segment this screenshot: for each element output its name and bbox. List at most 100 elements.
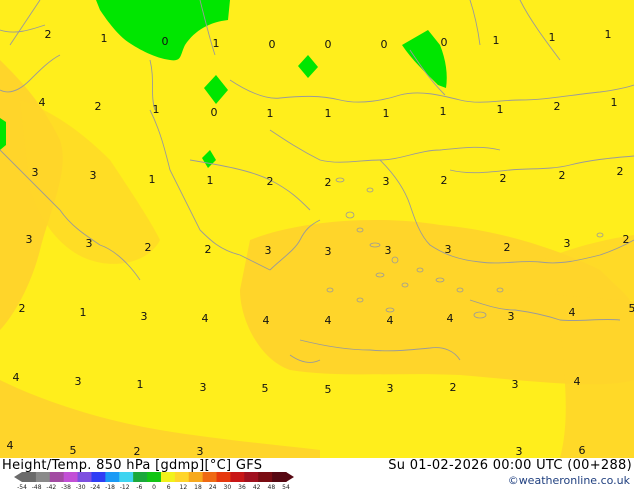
scale-tick-label: 12	[180, 484, 188, 490]
scale-swatch	[188, 472, 204, 482]
temperature-value-label: 4	[7, 439, 14, 452]
scale-swatch	[133, 472, 148, 482]
scale-tick-label: -18	[105, 484, 115, 490]
scale-swatch	[77, 472, 92, 482]
temperature-value-label: 4	[202, 312, 209, 325]
temperature-value-label: 3	[325, 245, 332, 258]
temperature-value-label: 3	[387, 382, 394, 395]
temperature-value-label: 2	[45, 28, 52, 41]
scale-tick-label: 36	[238, 484, 246, 490]
temperature-value-label: 2	[559, 169, 566, 182]
scale-tick-label: -12	[120, 484, 130, 490]
forecast-datetime: Su 01-02-2026 00:00 UTC (00+288)	[388, 458, 632, 473]
temperature-value-label: 3	[86, 237, 93, 250]
scale-tick-label: -30	[76, 484, 86, 490]
temperature-value-label: 3	[385, 244, 392, 257]
scale-arrow-right	[286, 472, 294, 482]
temperature-value-label: 3	[512, 378, 519, 391]
scale-swatch	[216, 472, 231, 482]
scale-swatch	[272, 472, 287, 482]
scale-tick-label: 48	[268, 484, 276, 490]
temperature-value-label: 0	[162, 35, 169, 48]
footer-bar: Height/Temp. 850 hPa [gdmp][°C] GFS Su 0…	[0, 458, 634, 490]
temperature-value-label: 2	[623, 233, 630, 246]
temperature-value-label: 4	[574, 375, 581, 388]
temperature-value-label: 5	[70, 444, 77, 457]
temperature-value-label: 3	[508, 310, 515, 323]
temperature-value-label: 1	[213, 37, 220, 50]
temperature-value-label: 2	[500, 172, 507, 185]
temperature-value-label: 2	[554, 100, 561, 113]
scale-arrow-left	[14, 472, 22, 482]
temperature-value-label: 5	[629, 302, 634, 315]
scale-swatch	[35, 472, 51, 482]
scale-swatch	[230, 472, 245, 482]
scale-swatch	[63, 472, 79, 482]
scale-tick-label: -24	[90, 484, 100, 490]
temperature-value-label: 1	[267, 107, 274, 120]
temperature-value-label: 3	[445, 243, 452, 256]
temperature-value-label: 2	[441, 174, 448, 187]
temperature-value-label: 3	[75, 375, 82, 388]
temperature-value-label: 1	[137, 378, 144, 391]
scale-swatch	[202, 472, 218, 482]
map-title: Height/Temp. 850 hPa [gdmp][°C] GFS	[2, 458, 263, 473]
temperature-value-label: 2	[145, 241, 152, 254]
temperature-value-label: 4	[569, 306, 576, 319]
scale-tick-label: -6	[136, 484, 142, 490]
temperature-value-label: 4	[13, 371, 20, 384]
temperature-value-label: 3	[32, 166, 39, 179]
temperature-value-label: 4	[39, 96, 46, 109]
color-scale: -54 -48 -42 -38 -30 -24 -18 -12 -6 0 6 12 18 24 30 36 42…	[14, 472, 294, 490]
temperature-value-label: 2	[617, 165, 624, 178]
scale-tick-label: 42	[253, 484, 261, 490]
temperature-value-label: 4	[387, 314, 394, 327]
scale-tick-label: 18	[194, 484, 202, 490]
temperature-value-label: 4	[325, 314, 332, 327]
temperature-value-label: 1	[493, 34, 500, 47]
scale-swatch	[119, 472, 134, 482]
temperature-value-label: 2	[205, 243, 212, 256]
credit-link[interactable]: ©weatheronline.co.uk	[508, 474, 630, 487]
scale-swatch	[105, 472, 120, 482]
scale-tick-label: 24	[209, 484, 217, 490]
temperature-value-label: 3	[197, 445, 204, 458]
temperature-value-label: 4	[263, 314, 270, 327]
scale-tick-label: -54	[17, 484, 27, 490]
scale-swatch	[91, 472, 106, 482]
temperature-value-label: 3	[26, 233, 33, 246]
temperature-value-label: 1	[207, 174, 214, 187]
scale-swatch	[174, 472, 190, 482]
temperature-value-label: 0	[211, 106, 218, 119]
scale-tick-label: 54	[282, 484, 290, 490]
temperature-value-label: 1	[605, 28, 612, 41]
temperature-value-label: 5	[325, 383, 332, 396]
temperature-value-label: 2	[267, 175, 274, 188]
temperature-value-label: 1	[440, 105, 447, 118]
temperature-value-label: 1	[383, 107, 390, 120]
weather-map: 2 1 0 1 0 0 0 0 1 1 1 4 2 1 0 1 1 1 1 1 2 1 3 3 1 1 2 2 3 2 2 2 2 3 3 2 2 3 3 3…	[0, 0, 634, 458]
temperature-value-label: 2	[504, 241, 511, 254]
scale-swatch	[160, 472, 176, 482]
temperature-value-label: 0	[381, 38, 388, 51]
scale-swatch	[147, 472, 162, 482]
scale-swatch	[244, 472, 259, 482]
temperature-value-label: 6	[579, 444, 586, 457]
scale-tick-label: 6	[167, 484, 171, 490]
temperature-value-label: 2	[95, 100, 102, 113]
temperature-value-label: 0	[325, 38, 332, 51]
temperature-value-label: 3	[141, 310, 148, 323]
temperature-value-label: 1	[325, 107, 332, 120]
temperature-value-label: 0	[441, 36, 448, 49]
temperature-value-label: 3	[90, 169, 97, 182]
temperature-value-label: 3	[564, 237, 571, 250]
temperature-value-label: 2	[19, 302, 26, 315]
temperature-value-label: 1	[101, 32, 108, 45]
temperature-value-label: 3	[200, 381, 207, 394]
scale-tick-label: 0	[152, 484, 156, 490]
temperature-value-label: 1	[549, 31, 556, 44]
temperature-value-label: 2	[134, 445, 141, 458]
temperature-value-label: 3	[383, 175, 390, 188]
temperature-value-label: 1	[153, 103, 160, 116]
temperature-value-label: 2	[450, 381, 457, 394]
